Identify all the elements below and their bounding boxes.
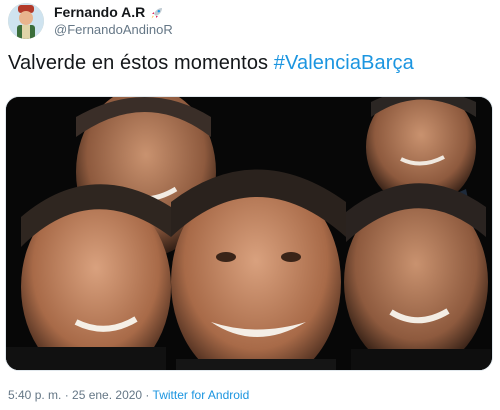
tweet-header: Fernando A.R @FernandoAndinoR — [8, 3, 173, 39]
hashtag-link[interactable]: #ValenciaBarça — [274, 52, 414, 74]
author-names: Fernando A.R @FernandoAndinoR — [54, 4, 173, 37]
photo-collage-image — [6, 97, 492, 370]
tweet-footer: 5:40 p. m. · 25 ene. 2020 · Twitter for … — [8, 388, 249, 402]
tweet-text: Valverde en éstos momentos #ValenciaBarç… — [8, 52, 414, 75]
author-handle[interactable]: @FernandoAndinoR — [54, 22, 173, 38]
avatar[interactable] — [8, 3, 44, 39]
face-bottom-right — [344, 183, 491, 370]
tweet-photo[interactable] — [5, 96, 493, 371]
source-link[interactable]: Twitter for Android — [153, 388, 250, 402]
face-center — [171, 169, 346, 370]
rocket-icon — [151, 7, 163, 19]
author-display-name[interactable]: Fernando A.R — [54, 4, 145, 20]
author-display-name-row[interactable]: Fernando A.R — [54, 4, 173, 20]
tweet-card: Fernando A.R @FernandoAndinoR Valverde e… — [0, 0, 500, 410]
tweet-text-body: Valverde en éstos momentos — [8, 52, 274, 74]
timestamp[interactable]: 5:40 p. m. · 25 ene. 2020 · — [8, 388, 153, 402]
